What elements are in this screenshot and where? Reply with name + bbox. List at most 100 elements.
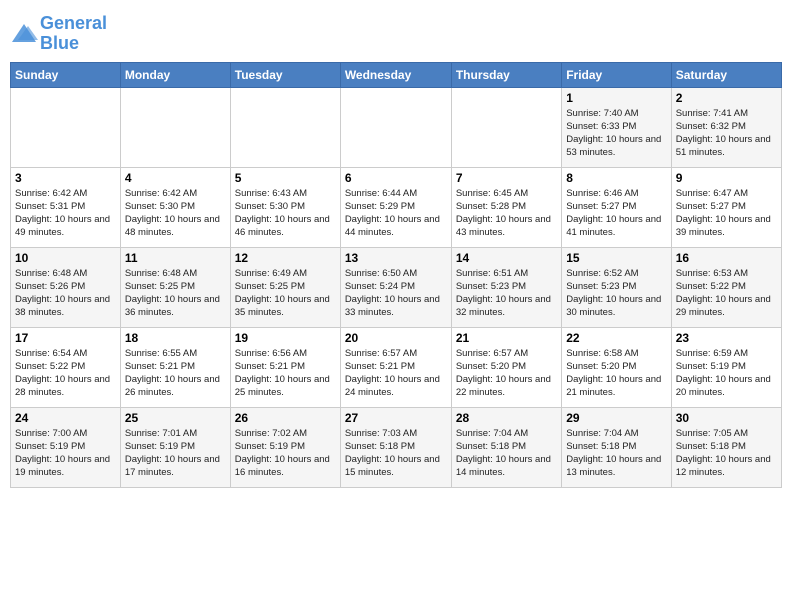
calendar-cell: 16Sunrise: 6:53 AM Sunset: 5:22 PM Dayli… [671, 247, 781, 327]
day-number: 22 [566, 331, 666, 345]
weekday-header-thursday: Thursday [451, 62, 561, 87]
calendar-cell: 7 Sunrise: 6:45 AM Sunset: 5:28 PM Daylig… [451, 167, 561, 247]
calendar-cell: 30 Sunrise: 7:05 AM Sunset: 5:18 PM Dayli… [671, 407, 781, 487]
day-number: 12 [235, 251, 336, 265]
weekday-header-sunday: Sunday [11, 62, 121, 87]
day-info: Sunrise: 6:50 AM Sunset: 5:24 PM Dayligh… [345, 267, 447, 320]
calendar-cell: 15 Sunrise: 6:52 AM Sunset: 5:23 PM Dayli… [562, 247, 671, 327]
calendar-cell [340, 87, 451, 167]
weekday-header-saturday: Saturday [671, 62, 781, 87]
day-number: 17 [15, 331, 116, 345]
calendar-cell: 19 Sunrise: 6:56 AM Sunset: 5:21 PM Dayli… [230, 327, 340, 407]
day-number: 18 [125, 331, 226, 345]
day-number: 13 [345, 251, 447, 265]
calendar-cell: 5 Sunrise: 6:43 AM Sunset: 5:30 PM Daylig… [230, 167, 340, 247]
calendar-cell: 25 Sunrise: 7:01 AM Sunset: 5:19 PM Dayli… [120, 407, 230, 487]
day-info: Sunrise: 7:41 AM Sunset: 6:32 PM Dayligh… [676, 107, 777, 160]
calendar-cell: 29 Sunrise: 7:04 AM Sunset: 5:18 PM Dayli… [562, 407, 671, 487]
day-info: Sunrise: 6:49 AM Sunset: 5:25 PM Dayligh… [235, 267, 336, 320]
calendar-cell: 21 Sunrise: 6:57 AM Sunset: 5:20 PM Dayli… [451, 327, 561, 407]
day-info: Sunrise: 6:43 AM Sunset: 5:30 PM Dayligh… [235, 187, 336, 240]
day-number: 25 [125, 411, 226, 425]
weekday-header-wednesday: Wednesday [340, 62, 451, 87]
calendar-cell: 12 Sunrise: 6:49 AM Sunset: 5:25 PM Dayli… [230, 247, 340, 327]
day-info: Sunrise: 7:01 AM Sunset: 5:19 PM Dayligh… [125, 427, 226, 480]
day-number: 28 [456, 411, 557, 425]
day-info: Sunrise: 6:57 AM Sunset: 5:20 PM Dayligh… [456, 347, 557, 400]
day-info: Sunrise: 7:40 AM Sunset: 6:33 PM Dayligh… [566, 107, 666, 160]
day-number: 27 [345, 411, 447, 425]
logo-text: General Blue [40, 14, 107, 54]
day-number: 6 [345, 171, 447, 185]
calendar-cell [451, 87, 561, 167]
day-info: Sunrise: 6:48 AM Sunset: 5:26 PM Dayligh… [15, 267, 116, 320]
calendar-cell: 20 Sunrise: 6:57 AM Sunset: 5:21 PM Dayli… [340, 327, 451, 407]
day-number: 11 [125, 251, 226, 265]
day-info: Sunrise: 7:05 AM Sunset: 5:18 PM Dayligh… [676, 427, 777, 480]
day-number: 30 [676, 411, 777, 425]
calendar-cell: 1 Sunrise: 7:40 AM Sunset: 6:33 PM Daylig… [562, 87, 671, 167]
day-info: Sunrise: 6:52 AM Sunset: 5:23 PM Dayligh… [566, 267, 666, 320]
calendar-cell: 23 Sunrise: 6:59 AM Sunset: 5:19 PM Dayli… [671, 327, 781, 407]
day-number: 15 [566, 251, 666, 265]
calendar-cell: 27 Sunrise: 7:03 AM Sunset: 5:18 PM Dayli… [340, 407, 451, 487]
calendar-cell: 22 Sunrise: 6:58 AM Sunset: 5:20 PM Dayli… [562, 327, 671, 407]
calendar-cell: 3 Sunrise: 6:42 AM Sunset: 5:31 PM Daylig… [11, 167, 121, 247]
day-info: Sunrise: 6:56 AM Sunset: 5:21 PM Dayligh… [235, 347, 336, 400]
day-info: Sunrise: 6:48 AM Sunset: 5:25 PM Dayligh… [125, 267, 226, 320]
calendar-table: SundayMondayTuesdayWednesdayThursdayFrid… [10, 62, 782, 488]
day-info: Sunrise: 7:03 AM Sunset: 5:18 PM Dayligh… [345, 427, 447, 480]
day-number: 1 [566, 91, 666, 105]
day-number: 7 [456, 171, 557, 185]
calendar-cell: 2 Sunrise: 7:41 AM Sunset: 6:32 PM Daylig… [671, 87, 781, 167]
day-number: 29 [566, 411, 666, 425]
day-info: Sunrise: 6:42 AM Sunset: 5:30 PM Dayligh… [125, 187, 226, 240]
calendar-cell: 9 Sunrise: 6:47 AM Sunset: 5:27 PM Daylig… [671, 167, 781, 247]
weekday-header-monday: Monday [120, 62, 230, 87]
calendar-cell: 8 Sunrise: 6:46 AM Sunset: 5:27 PM Daylig… [562, 167, 671, 247]
calendar-cell: 10 Sunrise: 6:48 AM Sunset: 5:26 PM Dayli… [11, 247, 121, 327]
logo-icon [10, 20, 38, 48]
calendar-cell [11, 87, 121, 167]
day-info: Sunrise: 6:46 AM Sunset: 5:27 PM Dayligh… [566, 187, 666, 240]
day-info: Sunrise: 7:04 AM Sunset: 5:18 PM Dayligh… [456, 427, 557, 480]
page-header: General Blue [10, 10, 782, 54]
calendar-cell: 14 Sunrise: 6:51 AM Sunset: 5:23 PM Dayli… [451, 247, 561, 327]
day-info: Sunrise: 6:47 AM Sunset: 5:27 PM Dayligh… [676, 187, 777, 240]
calendar-cell: 24 Sunrise: 7:00 AM Sunset: 5:19 PM Dayli… [11, 407, 121, 487]
day-info: Sunrise: 7:04 AM Sunset: 5:18 PM Dayligh… [566, 427, 666, 480]
day-info: Sunrise: 6:54 AM Sunset: 5:22 PM Dayligh… [15, 347, 116, 400]
day-info: Sunrise: 6:45 AM Sunset: 5:28 PM Dayligh… [456, 187, 557, 240]
day-number: 14 [456, 251, 557, 265]
day-number: 4 [125, 171, 226, 185]
day-number: 26 [235, 411, 336, 425]
day-info: Sunrise: 6:44 AM Sunset: 5:29 PM Dayligh… [345, 187, 447, 240]
logo: General Blue [10, 14, 107, 54]
day-number: 9 [676, 171, 777, 185]
day-number: 23 [676, 331, 777, 345]
day-number: 2 [676, 91, 777, 105]
calendar-cell: 18 Sunrise: 6:55 AM Sunset: 5:21 PM Dayli… [120, 327, 230, 407]
day-info: Sunrise: 6:42 AM Sunset: 5:31 PM Dayligh… [15, 187, 116, 240]
calendar-cell [120, 87, 230, 167]
day-number: 10 [15, 251, 116, 265]
calendar-cell: 26Sunrise: 7:02 AM Sunset: 5:19 PM Dayli… [230, 407, 340, 487]
calendar-cell: 13 Sunrise: 6:50 AM Sunset: 5:24 PM Dayli… [340, 247, 451, 327]
day-info: Sunrise: 6:55 AM Sunset: 5:21 PM Dayligh… [125, 347, 226, 400]
day-info: Sunrise: 6:51 AM Sunset: 5:23 PM Dayligh… [456, 267, 557, 320]
day-info: Sunrise: 6:59 AM Sunset: 5:19 PM Dayligh… [676, 347, 777, 400]
day-info: Sunrise: 6:57 AM Sunset: 5:21 PM Dayligh… [345, 347, 447, 400]
day-number: 24 [15, 411, 116, 425]
day-info: Sunrise: 7:00 AM Sunset: 5:19 PM Dayligh… [15, 427, 116, 480]
day-number: 19 [235, 331, 336, 345]
calendar-cell: 28 Sunrise: 7:04 AM Sunset: 5:18 PM Dayli… [451, 407, 561, 487]
weekday-header-tuesday: Tuesday [230, 62, 340, 87]
day-info: Sunrise: 6:58 AM Sunset: 5:20 PM Dayligh… [566, 347, 666, 400]
day-number: 21 [456, 331, 557, 345]
day-number: 20 [345, 331, 447, 345]
calendar-cell [230, 87, 340, 167]
day-number: 8 [566, 171, 666, 185]
day-number: 3 [15, 171, 116, 185]
day-number: 5 [235, 171, 336, 185]
weekday-header-friday: Friday [562, 62, 671, 87]
